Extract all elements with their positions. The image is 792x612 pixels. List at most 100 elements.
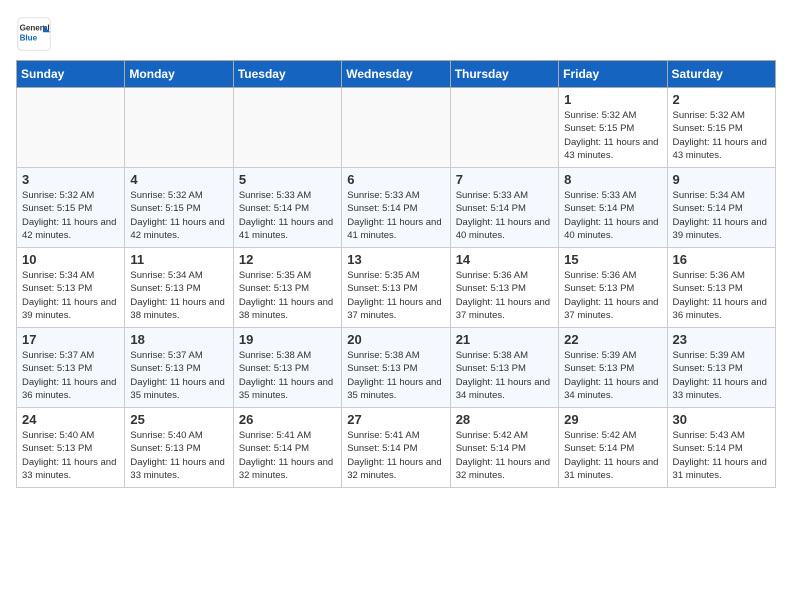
day-info: Sunrise: 5:36 AM Sunset: 5:13 PM Dayligh… [456,269,553,322]
calendar-cell: 30Sunrise: 5:43 AM Sunset: 5:14 PM Dayli… [667,408,775,488]
calendar-cell: 17Sunrise: 5:37 AM Sunset: 5:13 PM Dayli… [17,328,125,408]
day-number: 1 [564,92,661,107]
day-info: Sunrise: 5:41 AM Sunset: 5:14 PM Dayligh… [347,429,444,482]
day-info: Sunrise: 5:33 AM Sunset: 5:14 PM Dayligh… [239,189,336,242]
calendar-body: 1 Sunrise: 5:32 AM Sunset: 5:15 PM Daylig… [17,88,776,488]
day-number: 3 [22,172,119,187]
calendar-cell: 16Sunrise: 5:36 AM Sunset: 5:13 PM Dayli… [667,248,775,328]
calendar-cell: 28 Sunrise: 5:42 AM Sunset: 5:14 PM Dayli… [450,408,558,488]
day-number: 15 [564,252,661,267]
calendar-cell: 13 Sunrise: 5:35 AM Sunset: 5:13 PM Dayli… [342,248,450,328]
day-number: 12 [239,252,336,267]
day-number: 20 [347,332,444,347]
calendar-cell: 24Sunrise: 5:40 AM Sunset: 5:13 PM Dayli… [17,408,125,488]
day-number: 24 [22,412,119,427]
calendar-cell: 10 Sunrise: 5:34 AM Sunset: 5:13 PM Dayli… [17,248,125,328]
day-number: 13 [347,252,444,267]
calendar-cell: 3 Sunrise: 5:32 AM Sunset: 5:15 PM Daylig… [17,168,125,248]
weekday-header: Sunday [17,61,125,88]
day-number: 11 [130,252,227,267]
day-number: 22 [564,332,661,347]
day-info: Sunrise: 5:34 AM Sunset: 5:14 PM Dayligh… [673,189,770,242]
day-number: 26 [239,412,336,427]
calendar-table: SundayMondayTuesdayWednesdayThursdayFrid… [16,60,776,488]
day-info: Sunrise: 5:32 AM Sunset: 5:15 PM Dayligh… [673,109,770,162]
day-number: 25 [130,412,227,427]
calendar-cell: 4 Sunrise: 5:32 AM Sunset: 5:15 PM Daylig… [125,168,233,248]
calendar-week-row: 17Sunrise: 5:37 AM Sunset: 5:13 PM Dayli… [17,328,776,408]
day-info: Sunrise: 5:34 AM Sunset: 5:13 PM Dayligh… [130,269,227,322]
day-number: 30 [673,412,770,427]
day-number: 10 [22,252,119,267]
page-header: General Blue [16,16,776,52]
calendar-week-row: 24 Sunrise: 5:40 AM Sunset: 5:13 PM Dayli… [17,408,776,488]
svg-text:Blue: Blue [20,33,38,42]
day-number: 29 [564,412,661,427]
calendar-cell: 2Sunrise: 5:32 AM Sunset: 5:15 PM Daylig… [667,88,775,168]
day-info: Sunrise: 5:32 AM Sunset: 5:15 PM Dayligh… [564,109,661,162]
day-info: Sunrise: 5:37 AM Sunset: 5:13 PM Dayligh… [22,349,119,402]
calendar-cell: 27 Sunrise: 5:41 AM Sunset: 5:14 PM Dayli… [342,408,450,488]
day-info: Sunrise: 5:36 AM Sunset: 5:13 PM Dayligh… [564,269,661,322]
logo-icon: General Blue [16,16,52,52]
calendar-cell: 12Sunrise: 5:35 AM Sunset: 5:13 PM Dayli… [233,248,341,328]
day-number: 7 [456,172,553,187]
calendar-cell: 25 Sunrise: 5:40 AM Sunset: 5:13 PM Dayli… [125,408,233,488]
day-info: Sunrise: 5:38 AM Sunset: 5:13 PM Dayligh… [456,349,553,402]
calendar-cell: 26 Sunrise: 5:41 AM Sunset: 5:14 PM Dayli… [233,408,341,488]
day-number: 19 [239,332,336,347]
day-info: Sunrise: 5:33 AM Sunset: 5:14 PM Dayligh… [564,189,661,242]
day-info: Sunrise: 5:39 AM Sunset: 5:13 PM Dayligh… [673,349,770,402]
calendar-week-row: 3 Sunrise: 5:32 AM Sunset: 5:15 PM Daylig… [17,168,776,248]
day-number: 4 [130,172,227,187]
day-info: Sunrise: 5:33 AM Sunset: 5:14 PM Dayligh… [347,189,444,242]
day-number: 6 [347,172,444,187]
day-info: Sunrise: 5:33 AM Sunset: 5:14 PM Dayligh… [456,189,553,242]
calendar-cell [125,88,233,168]
day-info: Sunrise: 5:42 AM Sunset: 5:14 PM Dayligh… [456,429,553,482]
day-info: Sunrise: 5:39 AM Sunset: 5:13 PM Dayligh… [564,349,661,402]
calendar-header-row: SundayMondayTuesdayWednesdayThursdayFrid… [17,61,776,88]
calendar-week-row: 1 Sunrise: 5:32 AM Sunset: 5:15 PM Daylig… [17,88,776,168]
day-info: Sunrise: 5:34 AM Sunset: 5:13 PM Dayligh… [22,269,119,322]
day-number: 28 [456,412,553,427]
calendar-cell: 14 Sunrise: 5:36 AM Sunset: 5:13 PM Dayli… [450,248,558,328]
day-number: 9 [673,172,770,187]
calendar-cell: 7 Sunrise: 5:33 AM Sunset: 5:14 PM Daylig… [450,168,558,248]
calendar-cell: 11 Sunrise: 5:34 AM Sunset: 5:13 PM Dayli… [125,248,233,328]
logo: General Blue [16,16,52,52]
calendar-cell: 22 Sunrise: 5:39 AM Sunset: 5:13 PM Dayli… [559,328,667,408]
weekday-header: Wednesday [342,61,450,88]
calendar-cell: 29 Sunrise: 5:42 AM Sunset: 5:14 PM Dayli… [559,408,667,488]
weekday-header: Tuesday [233,61,341,88]
day-info: Sunrise: 5:42 AM Sunset: 5:14 PM Dayligh… [564,429,661,482]
day-number: 27 [347,412,444,427]
calendar-cell: 15 Sunrise: 5:36 AM Sunset: 5:13 PM Dayli… [559,248,667,328]
day-info: Sunrise: 5:32 AM Sunset: 5:15 PM Dayligh… [130,189,227,242]
calendar-cell: 9 Sunrise: 5:34 AM Sunset: 5:14 PM Daylig… [667,168,775,248]
calendar-week-row: 10 Sunrise: 5:34 AM Sunset: 5:13 PM Dayli… [17,248,776,328]
day-info: Sunrise: 5:40 AM Sunset: 5:13 PM Dayligh… [130,429,227,482]
day-info: Sunrise: 5:41 AM Sunset: 5:14 PM Dayligh… [239,429,336,482]
day-info: Sunrise: 5:37 AM Sunset: 5:13 PM Dayligh… [130,349,227,402]
weekday-header: Saturday [667,61,775,88]
calendar-cell [17,88,125,168]
day-info: Sunrise: 5:32 AM Sunset: 5:15 PM Dayligh… [22,189,119,242]
day-number: 21 [456,332,553,347]
day-info: Sunrise: 5:38 AM Sunset: 5:13 PM Dayligh… [239,349,336,402]
day-info: Sunrise: 5:38 AM Sunset: 5:13 PM Dayligh… [347,349,444,402]
weekday-header: Thursday [450,61,558,88]
weekday-header: Monday [125,61,233,88]
calendar-cell: 19 Sunrise: 5:38 AM Sunset: 5:13 PM Dayli… [233,328,341,408]
calendar-cell: 8Sunrise: 5:33 AM Sunset: 5:14 PM Daylig… [559,168,667,248]
day-number: 23 [673,332,770,347]
day-number: 16 [673,252,770,267]
calendar-cell: 21 Sunrise: 5:38 AM Sunset: 5:13 PM Dayli… [450,328,558,408]
calendar-cell: 20 Sunrise: 5:38 AM Sunset: 5:13 PM Dayli… [342,328,450,408]
calendar-cell: 6 Sunrise: 5:33 AM Sunset: 5:14 PM Daylig… [342,168,450,248]
day-number: 14 [456,252,553,267]
day-info: Sunrise: 5:35 AM Sunset: 5:13 PM Dayligh… [347,269,444,322]
weekday-header: Friday [559,61,667,88]
calendar-cell: 5Sunrise: 5:33 AM Sunset: 5:14 PM Daylig… [233,168,341,248]
calendar-cell: 1 Sunrise: 5:32 AM Sunset: 5:15 PM Daylig… [559,88,667,168]
